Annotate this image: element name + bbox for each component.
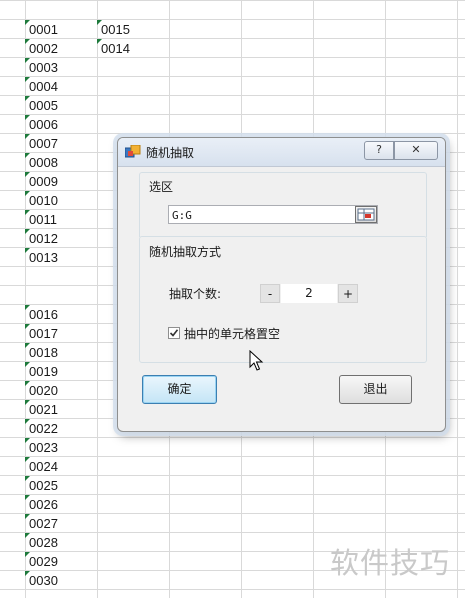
- cell[interactable]: 0029: [25, 552, 95, 571]
- watermark: 软件技巧: [330, 546, 451, 580]
- random-draw-dialog: 随机抽取 ? ✕ 选区 G:G 随机抽取方式 抽取个数: - 2 + 抽中的单元…: [117, 137, 446, 432]
- cell[interactable]: 0020: [25, 381, 95, 400]
- cell[interactable]: 0026: [25, 495, 95, 514]
- cell[interactable]: 0005: [25, 96, 95, 115]
- exit-button[interactable]: 退出: [339, 375, 412, 404]
- ok-button[interactable]: 确定: [142, 375, 217, 404]
- count-decrement-button[interactable]: -: [260, 284, 280, 303]
- blank-cells-label[interactable]: 抽中的单元格置空: [184, 325, 280, 342]
- cell[interactable]: 0025: [25, 476, 95, 495]
- range-input[interactable]: G:G: [168, 205, 378, 224]
- cell[interactable]: 0007: [25, 134, 95, 153]
- selection-group-label: 选区: [148, 178, 175, 195]
- cell[interactable]: 0018: [25, 343, 95, 362]
- cell[interactable]: 0001: [25, 20, 95, 39]
- app-icon: [124, 144, 141, 159]
- cell[interactable]: 0021: [25, 400, 95, 419]
- range-picker-button[interactable]: [355, 206, 377, 223]
- checkmark-icon: [169, 329, 179, 337]
- cell[interactable]: 0024: [25, 457, 95, 476]
- cell[interactable]: 0003: [25, 58, 95, 77]
- count-input[interactable]: 2: [281, 284, 337, 303]
- count-increment-button[interactable]: +: [338, 284, 358, 303]
- count-label: 抽取个数:: [169, 287, 222, 301]
- method-group-label: 随机抽取方式: [148, 243, 223, 260]
- cell[interactable]: 0002: [25, 39, 95, 58]
- mouse-pointer-icon: [249, 350, 264, 371]
- cell[interactable]: 0008: [25, 153, 95, 172]
- cell[interactable]: 0022: [25, 419, 95, 438]
- cell[interactable]: 0006: [25, 115, 95, 134]
- cell[interactable]: 0023: [25, 438, 95, 457]
- cell[interactable]: 0017: [25, 324, 95, 343]
- cell[interactable]: 0004: [25, 77, 95, 96]
- cell[interactable]: 0015: [97, 20, 167, 39]
- cell[interactable]: 0009: [25, 172, 95, 191]
- dialog-title: 随机抽取: [146, 146, 195, 160]
- cell[interactable]: 0012: [25, 229, 95, 248]
- cell[interactable]: 0010: [25, 191, 95, 210]
- cell[interactable]: 0011: [25, 210, 95, 229]
- close-button[interactable]: ✕: [394, 141, 438, 160]
- cell[interactable]: 0014: [97, 39, 167, 58]
- cell[interactable]: 0027: [25, 514, 95, 533]
- dialog-titlebar[interactable]: 随机抽取 ? ✕: [118, 138, 445, 167]
- cell[interactable]: 0019: [25, 362, 95, 381]
- cell[interactable]: 0013: [25, 248, 95, 267]
- range-picker-icon: [357, 208, 375, 221]
- blank-cells-checkbox[interactable]: [168, 327, 180, 339]
- cell[interactable]: 0030: [25, 571, 95, 590]
- cell[interactable]: 0028: [25, 533, 95, 552]
- cell[interactable]: 0016: [25, 305, 95, 324]
- help-button[interactable]: ?: [364, 141, 394, 160]
